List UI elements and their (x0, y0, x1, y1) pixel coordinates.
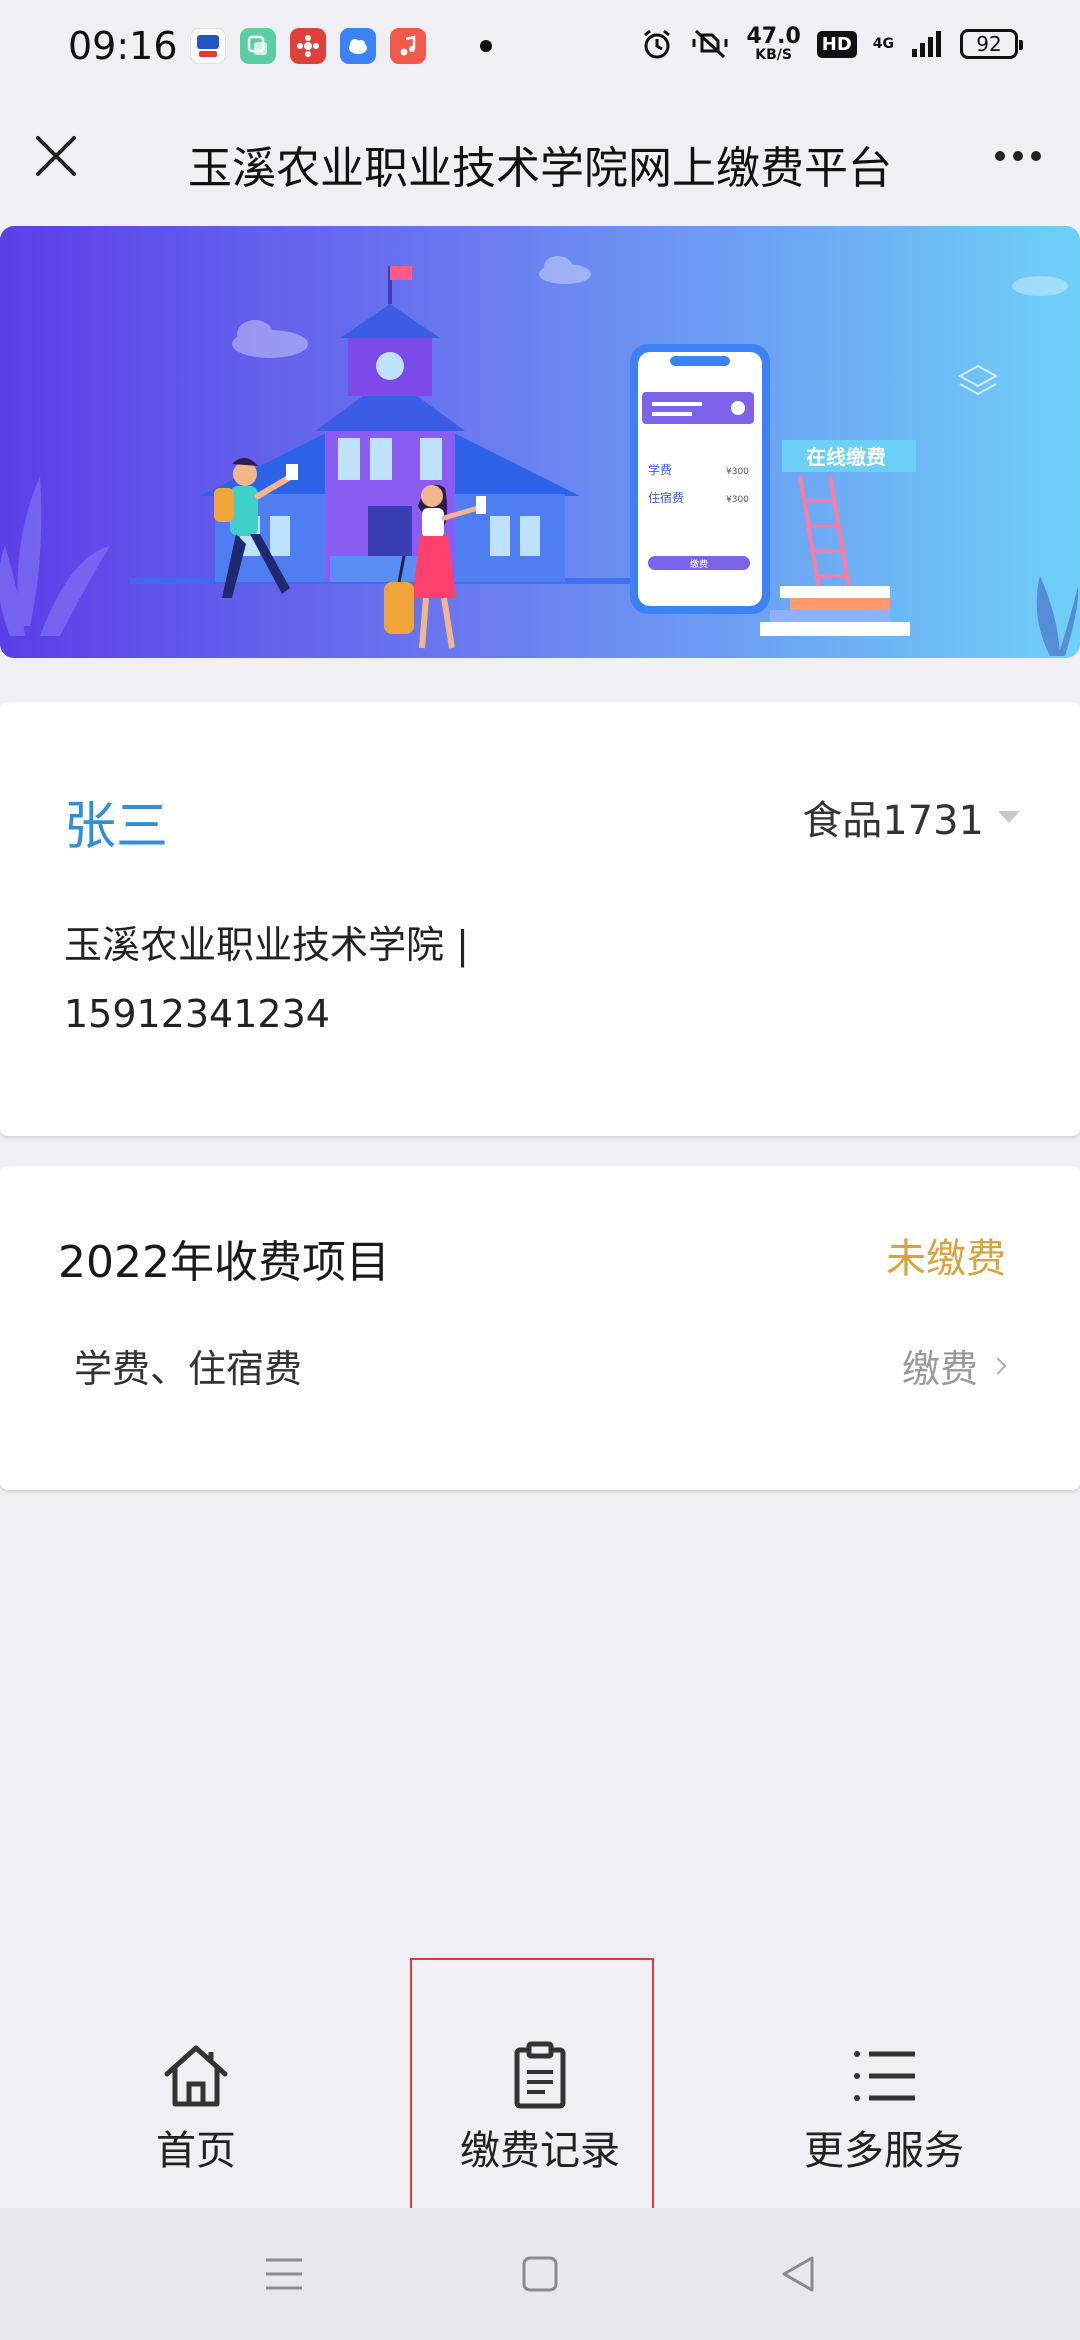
status-bar: 09:16 47.0 KB/S HD 4G 92 (0, 0, 1080, 96)
more-dot-icon (995, 151, 1005, 161)
banner-phone-amount-dorm: ¥300 (726, 495, 749, 505)
app-notification-icon (190, 28, 226, 64)
signal-icon (912, 31, 941, 57)
status-time: 09:16 (68, 24, 178, 68)
alarm-icon (644, 29, 671, 59)
fee-project-card[interactable]: 2022年收费项目 未缴费 学费、住宿费 缴费 (0, 1166, 1080, 1490)
selection-highlight-box (410, 1958, 654, 2218)
music-app-icon (390, 28, 426, 64)
cloud-app-icon (340, 28, 376, 64)
network-speed: 47.0 KB/S (746, 24, 801, 63)
flower-app-icon (290, 28, 326, 64)
recent-apps-button[interactable] (262, 2252, 306, 2296)
banner-phone-item-tuition: 学费 (648, 462, 672, 477)
network-speed-unit: KB/S (755, 47, 792, 63)
fee-project-title: 2022年收费项目 (58, 1237, 390, 1288)
more-dot-icon (1013, 151, 1023, 161)
banner-phone-pay-button: 缴费 (690, 558, 708, 570)
class-name: 食品1731 (802, 798, 984, 844)
square-icon (522, 2256, 558, 2292)
page-title: 玉溪农业职业技术学院网上缴费平台 (188, 143, 892, 194)
list-icon (854, 2051, 915, 2101)
banner-phone-amount-tuition: ¥300 (726, 467, 749, 477)
tab-more-services[interactable]: 更多服务 (734, 2040, 1034, 2176)
student-name: 张三 (64, 797, 169, 857)
mute-vibrate-icon (692, 29, 728, 59)
hd-badge: HD (816, 30, 857, 58)
pay-link-label: 缴费 (901, 1347, 978, 1391)
pay-link[interactable]: 缴费 (901, 1338, 1007, 1393)
school-name: 玉溪农业职业技术学院 | (64, 923, 469, 967)
title-bar: 玉溪农业职业技术学院网上缴费平台 (0, 96, 1080, 226)
phone-number: 15912341234 (64, 992, 330, 1036)
payment-status-badge: 未缴费 (886, 1236, 1006, 1282)
dropdown-caret-icon (998, 811, 1020, 823)
system-navigation-bar (0, 2208, 1080, 2340)
more-notifications-dot-icon (480, 40, 492, 52)
banner-illustration: 学费 ¥300 住宿费 ¥300 缴费 在线缴费 (0, 226, 1080, 658)
battery-level: 92 (976, 32, 1002, 56)
banner-slogan: 在线缴费 (806, 445, 886, 469)
menu-icon (266, 2258, 302, 2290)
tab-home-label: 首页 (156, 2128, 236, 2174)
more-dot-icon (1031, 151, 1041, 161)
fee-items: 学费、住宿费 (74, 1347, 303, 1391)
back-triangle-icon (782, 2256, 814, 2292)
network-speed-value: 47.0 (746, 24, 801, 49)
back-nav-button[interactable] (776, 2252, 820, 2296)
student-info-card: 张三 食品1731 玉溪农业职业技术学院 | 15912341234 (0, 702, 1080, 1136)
network-type: 4G (872, 36, 894, 52)
more-options-button[interactable] (986, 128, 1050, 184)
banner-phone-item-dorm: 住宿费 (648, 490, 684, 505)
home-nav-button[interactable] (518, 2252, 562, 2296)
tab-more-services-label: 更多服务 (804, 2128, 964, 2174)
chevron-right-icon (989, 1357, 1007, 1374)
status-indicators: 47.0 KB/S HD 4G 92 (640, 24, 1023, 63)
tab-home[interactable]: 首页 (46, 2040, 346, 2176)
battery-icon: 92 (960, 29, 1023, 59)
class-selector[interactable]: 食品1731 (802, 788, 1020, 846)
notification-icons (190, 28, 492, 64)
home-icon (164, 2045, 228, 2107)
gallery-app-icon (240, 28, 276, 64)
